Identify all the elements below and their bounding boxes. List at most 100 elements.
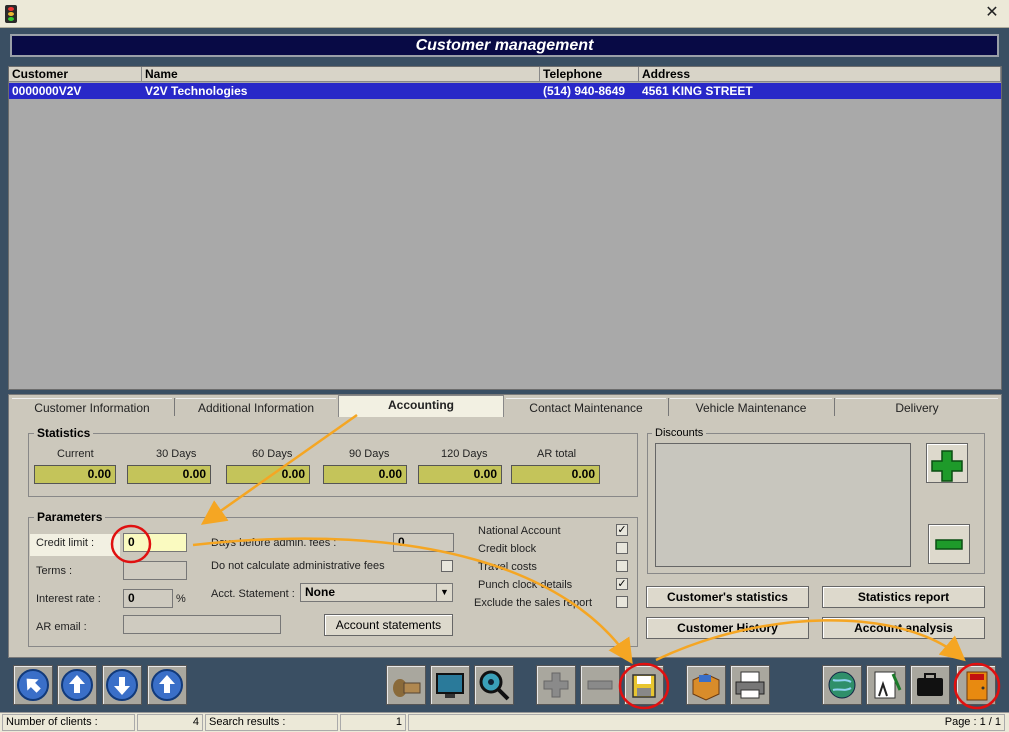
ar-email-input[interactable] bbox=[123, 615, 281, 634]
tab-vehicle-maintenance[interactable]: Vehicle Maintenance bbox=[670, 398, 832, 418]
clients-count-value: 4 bbox=[137, 714, 203, 731]
credit-limit-label: Credit limit : bbox=[30, 534, 120, 556]
customer-statistics-button[interactable]: Customer's statistics bbox=[646, 586, 809, 608]
last-record-icon bbox=[151, 669, 183, 701]
stat-60days-field: 0.00 bbox=[226, 465, 310, 484]
exclude-sales-label: Exclude the sales report bbox=[474, 597, 593, 609]
national-account-checkbox[interactable]: ✓ bbox=[616, 524, 628, 536]
customer-grid[interactable]: Customer Name Telephone Address 0000000V… bbox=[8, 66, 1002, 390]
save-button[interactable] bbox=[624, 665, 664, 705]
days-admin-fees-label: Days before admin. fees : bbox=[211, 537, 337, 549]
no-admin-fees-checkbox[interactable] bbox=[441, 560, 453, 572]
stat-label-30days: 30 Days bbox=[156, 448, 197, 460]
remove-discount-button[interactable] bbox=[928, 524, 970, 564]
national-account-label: National Account bbox=[478, 525, 561, 537]
box-icon bbox=[692, 673, 720, 701]
acct-statement-label: Acct. Statement : bbox=[211, 588, 295, 600]
tab-divider bbox=[834, 398, 835, 416]
stat-label-ar-total: AR total bbox=[537, 448, 577, 460]
search-results-value: 1 bbox=[340, 714, 406, 731]
acct-statement-value: None bbox=[305, 585, 335, 599]
column-header-customer[interactable]: Customer bbox=[9, 67, 142, 82]
punch-clock-checkbox[interactable]: ✓ bbox=[616, 578, 628, 590]
page-title: Customer management bbox=[10, 34, 999, 57]
next-record-icon bbox=[106, 669, 138, 701]
add-discount-button[interactable] bbox=[926, 443, 968, 483]
stamp-button[interactable] bbox=[386, 665, 426, 705]
percent-label: % bbox=[176, 593, 186, 605]
globe-button[interactable] bbox=[822, 665, 862, 705]
terms-label: Terms : bbox=[36, 565, 73, 577]
acct-statement-select[interactable]: None ▼ bbox=[300, 583, 453, 602]
cell-name: V2V Technologies bbox=[145, 84, 248, 98]
column-header-address[interactable]: Address bbox=[639, 67, 1001, 82]
status-bar: Number of clients : 4 Search results : 1… bbox=[0, 712, 1009, 732]
clients-count-label: Number of clients : bbox=[2, 714, 135, 731]
days-admin-fees-input[interactable]: 0 bbox=[393, 533, 454, 552]
credit-block-checkbox[interactable] bbox=[616, 542, 628, 554]
minus-icon bbox=[935, 539, 963, 550]
credit-limit-input[interactable]: 0 bbox=[123, 533, 187, 552]
tab-accounting[interactable]: Accounting bbox=[338, 395, 504, 417]
last-record-button[interactable] bbox=[147, 665, 187, 705]
box-button[interactable] bbox=[686, 665, 726, 705]
edit-button[interactable] bbox=[866, 665, 906, 705]
search-button[interactable] bbox=[474, 665, 514, 705]
statistics-legend: Statistics bbox=[34, 426, 94, 440]
add-record-button[interactable] bbox=[536, 665, 576, 705]
terms-input[interactable] bbox=[123, 561, 187, 580]
traffic-light-icon bbox=[5, 5, 17, 23]
print-button[interactable] bbox=[730, 665, 770, 705]
plus-icon bbox=[931, 450, 963, 482]
interest-rate-input[interactable]: 0 bbox=[123, 589, 173, 608]
stat-label-120days: 120 Days bbox=[441, 448, 488, 460]
tab-contact-maintenance[interactable]: Contact Maintenance bbox=[506, 398, 666, 418]
first-record-button[interactable] bbox=[13, 665, 53, 705]
monitor-icon bbox=[436, 673, 464, 698]
exit-icon bbox=[966, 671, 988, 701]
punch-clock-label: Punch clock details bbox=[478, 579, 573, 591]
discounts-list[interactable] bbox=[655, 443, 911, 567]
remove-record-button[interactable] bbox=[580, 665, 620, 705]
search-icon bbox=[479, 670, 510, 701]
travel-costs-label: Travel costs bbox=[478, 561, 537, 573]
chevron-down-icon[interactable]: ▼ bbox=[436, 584, 452, 601]
close-button[interactable]: ✕ bbox=[981, 3, 1003, 23]
monitor-button[interactable] bbox=[430, 665, 470, 705]
account-statements-button[interactable]: Account statements bbox=[324, 614, 453, 636]
exit-button[interactable] bbox=[956, 665, 996, 705]
customer-history-button[interactable]: Customer History bbox=[646, 617, 809, 639]
page-indicator: Page : 1 / 1 bbox=[408, 714, 1005, 731]
stat-label-90days: 90 Days bbox=[349, 448, 390, 460]
stat-label-60days: 60 Days bbox=[252, 448, 293, 460]
table-row[interactable]: 0000000V2V V2V Technologies (514) 940-86… bbox=[9, 83, 1001, 99]
tab-divider bbox=[668, 398, 669, 416]
ar-email-label: AR email : bbox=[36, 621, 87, 633]
title-bar: ✕ bbox=[0, 0, 1009, 28]
stat-90days-field: 0.00 bbox=[323, 465, 407, 484]
interest-rate-label: Interest rate : bbox=[36, 593, 101, 605]
tab-additional-information[interactable]: Additional Information bbox=[176, 398, 336, 418]
tab-divider bbox=[174, 398, 175, 416]
add-icon bbox=[543, 672, 569, 698]
previous-record-button[interactable] bbox=[57, 665, 97, 705]
parameters-legend: Parameters bbox=[34, 510, 106, 524]
next-record-button[interactable] bbox=[102, 665, 142, 705]
tab-customer-information[interactable]: Customer Information bbox=[12, 398, 172, 418]
save-icon bbox=[632, 674, 656, 698]
stat-label-current: Current bbox=[57, 448, 94, 460]
cell-customer: 0000000V2V bbox=[12, 84, 82, 98]
statistics-report-button[interactable]: Statistics report bbox=[822, 586, 985, 608]
tab-delivery[interactable]: Delivery bbox=[836, 398, 998, 418]
print-icon bbox=[735, 671, 765, 699]
column-header-telephone[interactable]: Telephone bbox=[540, 67, 639, 82]
stat-120days-field: 0.00 bbox=[418, 465, 502, 484]
briefcase-icon bbox=[917, 673, 943, 696]
column-header-name[interactable]: Name bbox=[142, 67, 540, 82]
travel-costs-checkbox[interactable] bbox=[616, 560, 628, 572]
briefcase-button[interactable] bbox=[910, 665, 950, 705]
account-analysis-button[interactable]: Account analysis bbox=[822, 617, 985, 639]
no-admin-fees-label: Do not calculate administrative fees bbox=[211, 560, 385, 572]
remove-icon bbox=[587, 680, 613, 690]
exclude-sales-checkbox[interactable] bbox=[616, 596, 628, 608]
